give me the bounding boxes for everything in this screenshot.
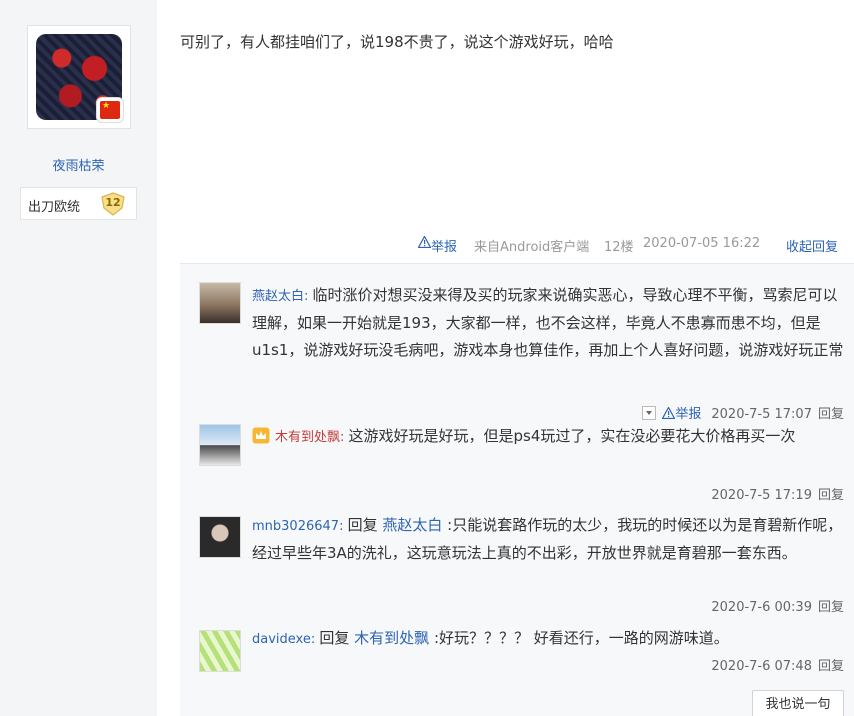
china-flag-icon: ★: [96, 97, 124, 123]
collapse-replies-button[interactable]: 收起回复: [786, 236, 838, 255]
reply-meta: 举报 2020-7-5 17:07 回复: [642, 403, 844, 422]
reply-button[interactable]: 回复: [818, 659, 844, 674]
report-label: 举报: [431, 240, 458, 255]
reply-time: 2020-7-6 07:48: [711, 659, 812, 674]
post-source: 来自Android客户端: [474, 240, 590, 255]
reply-button[interactable]: 回复: [818, 600, 844, 615]
reply-text: davidexe: 回复 木有到处飘 :好玩？？？？ 好看还行，一路的网游味道。: [252, 629, 729, 647]
post-page: ★ 夜雨枯荣 出刀欧统 12 可别了，有人都挂咱们了，说198不贵了，说这个游戏…: [0, 0, 854, 716]
post-time: 2020-07-05 16:22: [643, 236, 761, 251]
level-shield-icon: 12: [100, 192, 126, 216]
dropdown-icon[interactable]: [642, 406, 657, 420]
reply-meta: 2020-7-6 00:39 回复: [711, 596, 844, 615]
reply-time: 2020-7-5 17:19: [711, 488, 812, 503]
mention-link[interactable]: 木有到处飘: [354, 629, 429, 647]
user-avatar[interactable]: ★: [27, 25, 131, 129]
floor-number: 12楼: [604, 240, 634, 255]
mention-link[interactable]: 燕赵太白: [382, 516, 442, 534]
reply-content: 这游戏好玩是好玩，但是ps4玩过了，实在没必要花大价格再买一次: [348, 427, 796, 445]
warning-icon: [418, 236, 431, 248]
reply-author[interactable]: mnb3026647: [252, 519, 339, 534]
reply-text: 木有到处飘: 这游戏好玩是好玩，但是ps4玩过了，实在没必要花大价格再买一次: [252, 423, 844, 451]
report-button[interactable]: 举报: [418, 236, 457, 255]
reply-author[interactable]: davidexe: [252, 632, 311, 647]
member-badge[interactable]: 出刀欧统 12: [20, 187, 137, 220]
reply-word: 回复: [347, 516, 378, 534]
badge-label: 出刀欧统: [28, 200, 81, 215]
add-comment-button[interactable]: 我也说一句: [752, 690, 844, 716]
reply-avatar[interactable]: [199, 516, 241, 558]
reply-button[interactable]: 回复: [818, 407, 844, 422]
reply-list: 燕赵太白: 临时涨价对想买没来得及买的玩家来说确实恶心，导致心理不平衡，骂索尼可…: [180, 263, 854, 716]
reply-content: :好玩？？？？ 好看还行，一路的网游味道。: [433, 629, 729, 647]
reply-time: 2020-7-6 00:39: [711, 600, 812, 615]
badge-level: 12: [105, 196, 121, 209]
reply-author[interactable]: 燕赵太白: [252, 289, 304, 304]
report-label: 举报: [675, 407, 702, 422]
reply-word: 回复: [319, 629, 350, 647]
reply-author[interactable]: 木有到处飘: [275, 430, 340, 445]
vip-crown-icon: [252, 427, 270, 444]
reply-meta: 2020-7-6 07:48 回复: [711, 655, 844, 674]
reply-time: 2020-7-5 17:07: [711, 407, 812, 422]
reply-content: 临时涨价对想买没来得及买的玩家来说确实恶心，导致心理不平衡，骂索尼可以理解，如果…: [252, 286, 844, 359]
reply-meta: 2020-7-5 17:19 回复: [711, 484, 844, 503]
post-content: 可别了，有人都挂咱们了，说198不贵了，说这个游戏好玩，哈哈: [180, 33, 614, 51]
reply-avatar[interactable]: [199, 282, 241, 324]
reply-button[interactable]: 回复: [818, 488, 844, 503]
reply-text: mnb3026647: 回复 燕赵太白 :只能说套路作玩的太少，我玩的时候还以为…: [252, 516, 843, 562]
user-panel: ★ 夜雨枯荣 出刀欧统 12: [0, 0, 157, 716]
reply-text: 燕赵太白: 临时涨价对想买没来得及买的玩家来说确实恶心，导致心理不平衡，骂索尼可…: [252, 286, 844, 359]
reply-avatar[interactable]: [199, 630, 241, 672]
reply-avatar[interactable]: [199, 424, 241, 466]
warning-icon: [662, 407, 676, 419]
username-link[interactable]: 夜雨枯荣: [0, 155, 157, 174]
reply-report-button[interactable]: 举报: [662, 407, 701, 422]
